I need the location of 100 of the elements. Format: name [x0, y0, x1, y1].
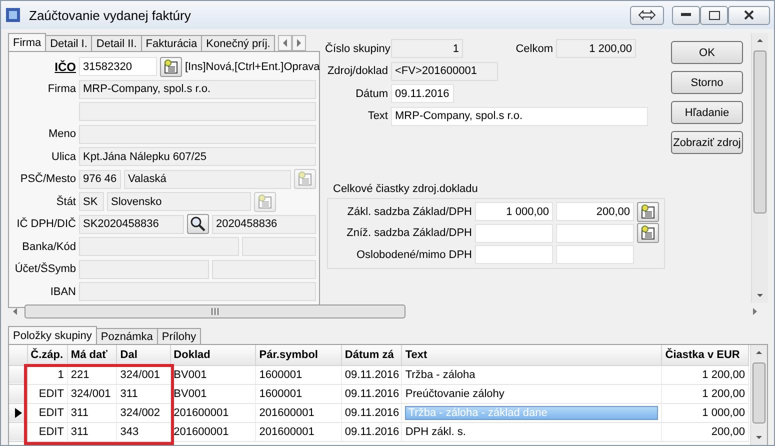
- text-field[interactable]: Valaská: [124, 170, 291, 189]
- close-button[interactable]: [728, 6, 770, 24]
- field-label: Štát: [55, 196, 76, 208]
- close-icon: [744, 10, 754, 20]
- scroll-left-button[interactable]: [278, 35, 292, 51]
- field-label: IČ DPH/DIČ: [16, 218, 76, 230]
- field-label: Oslobodené/mimo DPH: [355, 248, 472, 261]
- text-field[interactable]: 2020458836: [212, 214, 316, 234]
- scroll-right-button[interactable]: [292, 35, 306, 51]
- amount-field[interactable]: [475, 245, 553, 264]
- field-label: IČO: [54, 60, 76, 74]
- tab[interactable]: Prílohy: [156, 328, 202, 344]
- text-field[interactable]: Kpt.Jána Nálepku 607/25: [79, 147, 316, 166]
- selected-text: Tržba - záloha - základ dane: [405, 406, 658, 420]
- tab[interactable]: Fakturácia: [140, 35, 202, 51]
- minimize-icon: [681, 13, 691, 17]
- table-cell: EDIT: [27, 422, 68, 441]
- field-label: Zníž. sadzba Základ/DPH: [346, 227, 472, 240]
- tab[interactable]: Firma: [8, 33, 46, 51]
- table-cell: Tržba - záloha: [402, 365, 662, 384]
- amount-field[interactable]: [556, 245, 634, 264]
- field-label: Zákl. sadzba Základ/DPH: [346, 206, 472, 218]
- lookup-button[interactable]: [637, 202, 659, 222]
- text-field[interactable]: <FV>201600001: [391, 62, 498, 81]
- field-label: IBAN: [49, 286, 76, 298]
- field-label: Ulica: [50, 150, 76, 163]
- tab[interactable]: Položky skupiny: [8, 326, 97, 344]
- text-field[interactable]: 31582320: [79, 57, 157, 76]
- current-row-icon: [15, 408, 23, 418]
- text-field[interactable]: [242, 237, 316, 256]
- amount-field[interactable]: [475, 224, 553, 243]
- text-field[interactable]: [79, 237, 239, 256]
- column-header[interactable]: Má dať: [67, 345, 117, 365]
- magnifier-icon: [190, 216, 206, 232]
- text-field[interactable]: 09.11.2016: [391, 84, 454, 104]
- table-cell: 1600001: [256, 384, 342, 403]
- table-cell: 09.11.2016: [341, 422, 402, 441]
- table-cell: 1600001: [256, 365, 342, 384]
- tab[interactable]: Konečný príj.: [201, 35, 276, 51]
- column-header[interactable]: Dal: [116, 345, 170, 365]
- column-header[interactable]: Text: [402, 345, 662, 365]
- table-cell: 09.11.2016: [341, 384, 402, 403]
- column-header[interactable]: Čiastka v EUR: [662, 345, 748, 365]
- push-button[interactable]: Storno: [671, 71, 743, 94]
- table-cell: 1 000,00: [662, 403, 748, 422]
- maximize-icon: [708, 10, 720, 20]
- text-field[interactable]: SK2020458836: [79, 214, 184, 234]
- tab[interactable]: Detail I.: [45, 35, 92, 51]
- text-field[interactable]: [79, 260, 209, 279]
- table-cell: 200,00: [662, 422, 748, 441]
- text-field[interactable]: [79, 102, 316, 122]
- amount-field[interactable]: 200,00: [556, 202, 634, 222]
- text-field[interactable]: 1 200,00: [556, 39, 636, 58]
- table-cell: 1 200,00: [662, 384, 748, 403]
- field-label: Účet/ŠSymb: [14, 263, 76, 276]
- card-file-icon: [640, 225, 656, 242]
- field-label: Text: [366, 110, 388, 122]
- field-label: Dátum: [354, 88, 388, 100]
- text-field[interactable]: MRP-Company, spol.s r.o.: [391, 106, 648, 126]
- app-icon: [5, 7, 21, 23]
- text-field[interactable]: 1: [391, 39, 463, 58]
- table-cell: 1 200,00: [662, 365, 748, 384]
- lookup-button[interactable]: [160, 56, 182, 77]
- lookup-button[interactable]: [637, 223, 659, 244]
- column-header[interactable]: Pár.symbol: [256, 345, 342, 365]
- push-button[interactable]: OK: [671, 41, 743, 64]
- table-cell: 324/002: [116, 403, 170, 422]
- column-header[interactable]: Č.záp.: [27, 345, 68, 365]
- push-button[interactable]: Hľadanie: [671, 101, 743, 124]
- table-cell: 09.11.2016: [341, 365, 402, 384]
- text-field[interactable]: MRP-Company, spol.s r.o.: [79, 80, 316, 99]
- push-button[interactable]: Zobraziť zdroj: [671, 131, 743, 154]
- resize-button[interactable]: [630, 6, 664, 24]
- column-header[interactable]: Dátum zá: [341, 345, 402, 365]
- table-cell: BV001: [170, 365, 256, 384]
- minimize-button[interactable]: [672, 6, 700, 24]
- table-cell: 311: [67, 422, 117, 441]
- field-label: Banka/Kód: [21, 240, 76, 253]
- column-header[interactable]: Doklad: [170, 345, 256, 365]
- text-field[interactable]: [212, 260, 316, 279]
- text-field[interactable]: [79, 282, 316, 302]
- table-cell: 201600001: [170, 403, 256, 422]
- amount-field[interactable]: 1 000,00: [475, 202, 553, 222]
- text-field[interactable]: 976 46: [79, 170, 121, 189]
- card-file-icon: [640, 204, 656, 220]
- amount-field[interactable]: [556, 224, 634, 243]
- text-field[interactable]: [79, 124, 316, 144]
- field-label: Číslo skupiny: [325, 42, 388, 55]
- double-arrow-icon: [638, 10, 656, 20]
- table-cell: 201600001: [256, 403, 342, 422]
- group-title: Celkové čiastky zdroj.dokladu: [333, 183, 479, 195]
- text-field[interactable]: Slovensko: [107, 192, 251, 212]
- tab[interactable]: Poznámka: [96, 328, 158, 344]
- maximize-button[interactable]: [700, 6, 728, 24]
- search-button[interactable]: [187, 214, 209, 234]
- left-arrow-icon: [282, 39, 288, 47]
- tab[interactable]: Detail II.: [91, 35, 142, 51]
- table-cell: 201600001: [256, 422, 342, 441]
- text-field[interactable]: SK: [79, 192, 104, 212]
- field-label: PSČ/Mesto: [19, 173, 76, 186]
